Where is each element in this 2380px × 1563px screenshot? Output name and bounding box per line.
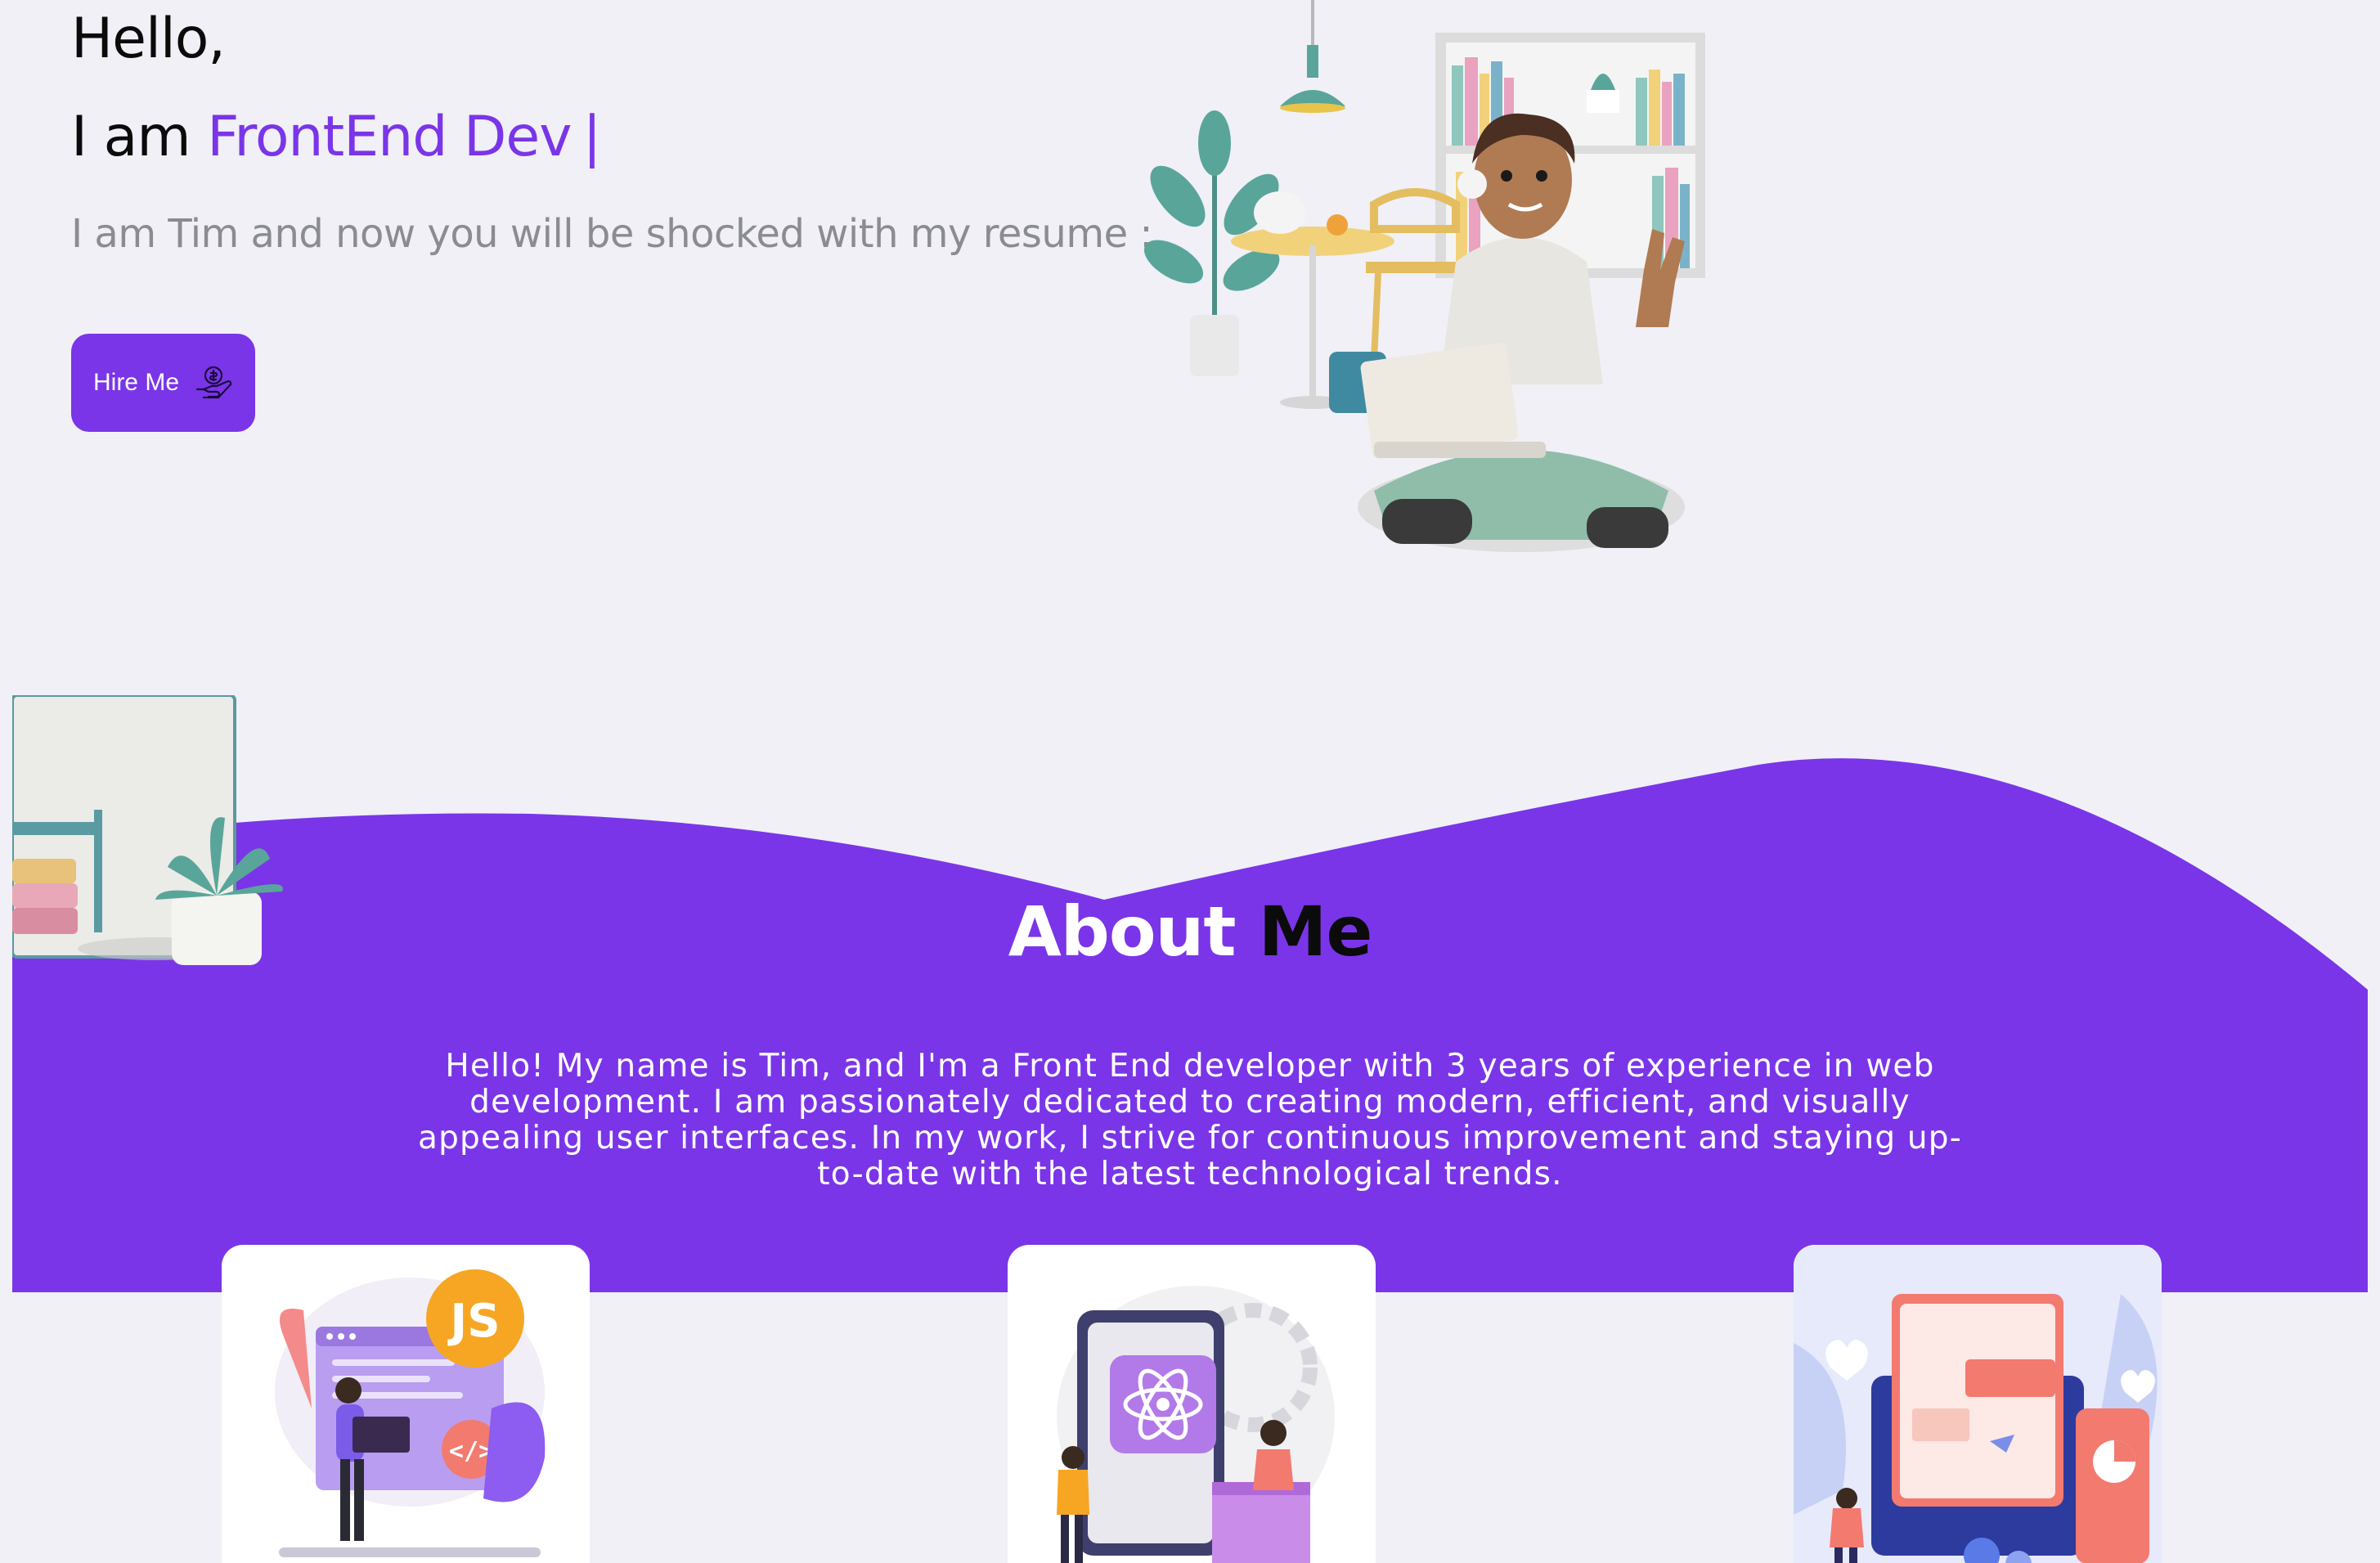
web-design-illustration — [1794, 1245, 2162, 1563]
js-badge-text: JS — [447, 1295, 500, 1348]
greeting-heading: Hello, — [71, 7, 226, 71]
hand-coin-icon — [195, 366, 232, 399]
skill-card-webdesign[interactable] — [1794, 1245, 2162, 1563]
role-heading: I am FrontEnd Dev | — [71, 105, 601, 169]
intro-text: I am Tim and now you will be shocked wit… — [71, 211, 1153, 257]
about-wave-background — [12, 758, 2368, 1292]
role-prefix: I am — [71, 105, 208, 169]
code-badge-text: </> — [449, 1437, 493, 1466]
about-description: Hello! My name is Tim, and I'm a Front E… — [417, 1048, 1963, 1192]
hire-me-button[interactable]: Hire Me — [71, 334, 255, 432]
react-mobile-illustration — [1057, 1286, 1335, 1563]
about-title-part2: Me — [1258, 892, 1373, 972]
javascript-developer-illustration: JS </> — [275, 1269, 546, 1557]
skill-card-react[interactable] — [1008, 1245, 1376, 1563]
typing-caret: | — [582, 105, 601, 169]
about-title-part1: About — [1008, 892, 1237, 972]
hire-me-label: Hire Me — [92, 369, 179, 396]
developer-room-illustration — [1143, 0, 1705, 552]
skill-card-javascript[interactable]: JS </> — [222, 1245, 590, 1563]
role-accent: FrontEnd Dev — [207, 105, 572, 169]
about-title: About Me — [0, 892, 2380, 972]
